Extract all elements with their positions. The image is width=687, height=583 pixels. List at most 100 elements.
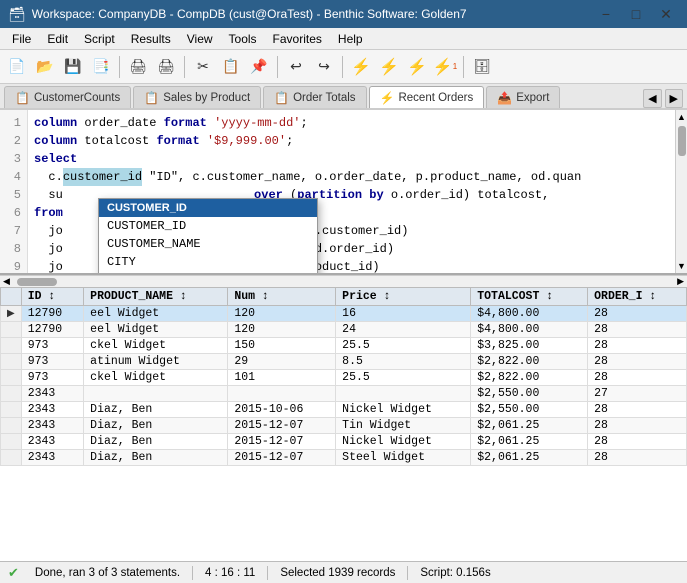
- cell-num: 2015-12-07: [228, 418, 336, 434]
- code-line-3: select: [34, 150, 669, 168]
- h-scrollbar[interactable]: ◀ ▶: [0, 275, 687, 287]
- col-header-orderid[interactable]: ORDER_I ↕: [588, 288, 687, 306]
- menu-results[interactable]: Results: [123, 30, 179, 48]
- redo-button[interactable]: ↪: [311, 54, 337, 80]
- db-button[interactable]: 🗄: [469, 54, 495, 80]
- table-row[interactable]: 12790 eel Widget 120 24 $4,800.00 28: [1, 322, 687, 338]
- cell-id: 2343: [21, 434, 83, 450]
- cell-num: 120: [228, 306, 336, 322]
- copy-button[interactable]: 📋: [218, 54, 244, 80]
- run3-button[interactable]: ⚡: [404, 54, 430, 80]
- new-button[interactable]: 📄: [4, 54, 30, 80]
- print2-button[interactable]: 🖨: [153, 54, 179, 80]
- cell-product: atinum Widget: [84, 354, 228, 370]
- row-indicator: [1, 354, 22, 370]
- print-button[interactable]: 🖨: [125, 54, 151, 80]
- run-button[interactable]: ⚡: [348, 54, 374, 80]
- cell-total: $2,822.00: [471, 370, 588, 386]
- scroll-up-btn[interactable]: ▲: [677, 112, 686, 122]
- cell-price: Nickel Widget: [336, 434, 471, 450]
- tabs-scroll-left[interactable]: ◀: [643, 89, 661, 108]
- cell-product: ckel Widget: [84, 338, 228, 354]
- status-position: 4 : 16 : 11: [205, 567, 255, 579]
- col-header-product[interactable]: PRODUCT_NAME ↕: [84, 288, 228, 306]
- ac-item-1[interactable]: CUSTOMER_NAME: [99, 235, 317, 253]
- cut-button[interactable]: ✂: [190, 54, 216, 80]
- table-row[interactable]: ▶ 12790 eel Widget 120 16 $4,800.00 28: [1, 306, 687, 322]
- tab-export[interactable]: 📤 Export: [486, 86, 560, 108]
- minimize-button[interactable]: −: [593, 1, 619, 27]
- v-scrollbar[interactable]: ▲ ▼: [675, 110, 687, 273]
- h-scroll-left-btn[interactable]: ◀: [0, 276, 13, 287]
- main-content: 1 2 3 4 5 6 7 8 9 column order_date form…: [0, 110, 687, 561]
- ac-item-0[interactable]: CUSTOMER_ID: [99, 217, 317, 235]
- cell-price: [336, 386, 471, 402]
- tab-customer-counts[interactable]: 📋 CustomerCounts: [4, 86, 131, 108]
- cell-order: 28: [588, 402, 687, 418]
- tab-label-export: Export: [516, 92, 549, 104]
- cell-num: 120: [228, 322, 336, 338]
- save-all-button[interactable]: 📑: [88, 54, 114, 80]
- table-row[interactable]: 973 ckel Widget 150 25.5 $3,825.00 28: [1, 338, 687, 354]
- col-header-totalcost[interactable]: TOTALCOST ↕: [471, 288, 588, 306]
- cell-id: 2343: [21, 450, 83, 466]
- status-bar: ✔ Done, ran 3 of 3 statements. 4 : 16 : …: [0, 561, 687, 583]
- row-indicator: [1, 322, 22, 338]
- col-header-price[interactable]: Price ↕: [336, 288, 471, 306]
- tab-icon-recent: ⚡: [380, 91, 395, 105]
- undo-button[interactable]: ↩: [283, 54, 309, 80]
- toolbar: 📄 📂 💾 📑 🖨 🖨 ✂ 📋 📌 ↩ ↪ ⚡ ⚡ ⚡ ⚡1 🗄: [0, 50, 687, 84]
- tab-order-totals[interactable]: 📋 Order Totals: [263, 86, 366, 108]
- ac-item-2[interactable]: CITY: [99, 253, 317, 271]
- status-div1: [192, 566, 193, 580]
- cell-price: 25.5: [336, 338, 471, 354]
- table-row[interactable]: 973 atinum Widget 29 8.5 $2,822.00 28: [1, 354, 687, 370]
- col-header-indicator[interactable]: [1, 288, 22, 306]
- maximize-button[interactable]: □: [623, 1, 649, 27]
- menu-view[interactable]: View: [179, 30, 221, 48]
- scroll-down-btn[interactable]: ▼: [677, 261, 686, 271]
- editor-area[interactable]: 1 2 3 4 5 6 7 8 9 column order_date form…: [0, 110, 687, 275]
- cell-price: 24: [336, 322, 471, 338]
- table-row[interactable]: 973 ckel Widget 101 25.5 $2,822.00 28: [1, 370, 687, 386]
- menu-help[interactable]: Help: [330, 30, 371, 48]
- scroll-track: [678, 122, 686, 261]
- menu-favorites[interactable]: Favorites: [265, 30, 330, 48]
- row-indicator: [1, 434, 22, 450]
- menu-script[interactable]: Script: [76, 30, 123, 48]
- table-row[interactable]: 2343 Diaz, Ben 2015-10-06 Nickel Widget …: [1, 402, 687, 418]
- menu-file[interactable]: File: [4, 30, 39, 48]
- h-scroll-right-btn[interactable]: ▶: [674, 276, 687, 287]
- col-header-num[interactable]: Num ↕: [228, 288, 336, 306]
- close-button[interactable]: ✕: [653, 1, 679, 27]
- title-bar: 🗃 Workspace: CompanyDB - CompDB (cust@Or…: [0, 0, 687, 28]
- scroll-thumb[interactable]: [678, 126, 686, 156]
- menu-tools[interactable]: Tools: [221, 30, 265, 48]
- cell-product: ckel Widget: [84, 370, 228, 386]
- open-button[interactable]: 📂: [32, 54, 58, 80]
- table-row[interactable]: 2343 Diaz, Ben 2015-12-07 Tin Widget $2,…: [1, 418, 687, 434]
- col-header-id[interactable]: ID ↕: [21, 288, 83, 306]
- save-button[interactable]: 💾: [60, 54, 86, 80]
- paste-button[interactable]: 📌: [246, 54, 272, 80]
- cell-price: Tin Widget: [336, 418, 471, 434]
- row-indicator: [1, 386, 22, 402]
- table-row[interactable]: 2343 Diaz, Ben 2015-12-07 Nickel Widget …: [1, 434, 687, 450]
- ac-item-3[interactable]: COUNTRY: [99, 271, 317, 275]
- tab-recent-orders[interactable]: ⚡ Recent Orders: [369, 86, 485, 108]
- h-scroll-thumb[interactable]: [17, 278, 57, 286]
- run4-button[interactable]: ⚡1: [432, 54, 458, 80]
- cell-order: 28: [588, 322, 687, 338]
- table-row[interactable]: 2343 $2,550.00 27: [1, 386, 687, 402]
- cell-price: 25.5: [336, 370, 471, 386]
- tabs-bar: 📋 CustomerCounts 📋 Sales by Product 📋 Or…: [0, 84, 687, 110]
- run2-button[interactable]: ⚡: [376, 54, 402, 80]
- tab-sales-by-product[interactable]: 📋 Sales by Product: [133, 86, 261, 108]
- tabs-scroll-right[interactable]: ▶: [665, 89, 683, 108]
- cell-order: 28: [588, 450, 687, 466]
- cell-total: $2,061.25: [471, 450, 588, 466]
- cell-product: [84, 386, 228, 402]
- sep3: [277, 56, 278, 78]
- menu-edit[interactable]: Edit: [39, 30, 76, 48]
- table-row[interactable]: 2343 Diaz, Ben 2015-12-07 Steel Widget $…: [1, 450, 687, 466]
